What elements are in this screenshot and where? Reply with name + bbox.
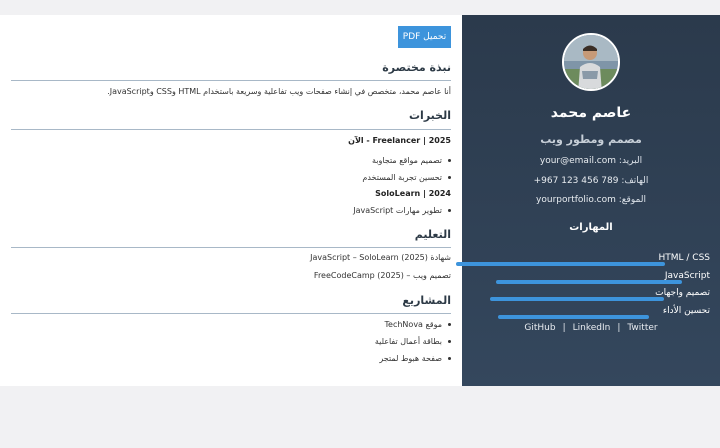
contact-website: الموقع: yourportfolio.com xyxy=(462,196,720,205)
section-title-about: نبذة مختصرة xyxy=(382,61,451,74)
contact-phone-label: الهاتف: xyxy=(621,176,649,186)
contact-website-value[interactable]: yourportfolio.com xyxy=(536,195,616,205)
list-item: تطوير مهارات JavaScript xyxy=(353,206,451,215)
skills-title: المهارات xyxy=(569,222,613,233)
skill-bar xyxy=(496,280,682,284)
contact-website-label: الموقع: xyxy=(618,195,646,205)
social-links: GitHub | LinkedIn | Twitter xyxy=(524,323,658,333)
profile-avatar xyxy=(562,33,620,91)
section-title-education: التعليم xyxy=(414,228,451,241)
skill-bar xyxy=(456,262,665,266)
profile-name: عاصم محمد xyxy=(550,105,632,121)
list-item: تصميم مواقع متجاوبة xyxy=(372,156,451,165)
list-item: صفحة هبوط لمتجر xyxy=(379,354,451,363)
section-title-experience: الخبرات xyxy=(409,109,451,122)
section-divider xyxy=(11,247,451,248)
section-title-projects: المشاريع xyxy=(402,294,451,307)
profile-sidebar: عاصم محمد مصمم ومطور ويب البريد: your@em… xyxy=(456,15,720,386)
section-divider xyxy=(11,129,451,130)
list-item: تحسين تجربة المستخدم xyxy=(362,173,451,182)
skill-ui-design: تصميم واجهات xyxy=(470,288,710,308)
resume-page: عاصم محمد مصمم ومطور ويب البريد: your@em… xyxy=(0,15,720,386)
profile-role: مصمم ومطور ويب xyxy=(540,133,642,146)
avatar-photo-icon xyxy=(564,35,618,89)
contact-email: البريد: your@email.com xyxy=(462,157,720,166)
about-text: أنا عاصم محمد، متخصص في إنشاء صفحات ويب … xyxy=(107,87,451,96)
skill-label: تحسين الأداء xyxy=(662,306,710,316)
job-heading: 2025 | Freelancer - الآن xyxy=(348,136,451,145)
list-item: شهادة JavaScript – SoloLearn (2025) xyxy=(310,253,451,262)
skill-label: HTML / CSS xyxy=(658,253,710,263)
link-github[interactable]: GitHub xyxy=(524,323,555,333)
list-item: بطاقة أعمال تفاعلية xyxy=(375,337,451,346)
skill-bar xyxy=(490,297,664,301)
section-divider xyxy=(11,313,451,314)
link-linkedin[interactable]: LinkedIn xyxy=(573,323,611,333)
contact-email-label: البريد: xyxy=(618,156,643,166)
skill-label: تصميم واجهات xyxy=(655,288,710,298)
contact-phone: الهاتف: +967 123 456 789 xyxy=(462,177,720,186)
download-pdf-button[interactable]: تحميل PDF xyxy=(398,26,451,48)
list-item: موقع TechNova xyxy=(385,320,451,329)
resume-main: تحميل PDF نبذة مختصرة أنا عاصم محمد، متخ… xyxy=(11,15,451,386)
section-divider xyxy=(11,80,451,81)
contact-email-value[interactable]: your@email.com xyxy=(540,156,616,166)
job-heading: 2024 | SoloLearn xyxy=(375,189,451,198)
contact-phone-value[interactable]: +967 123 456 789 xyxy=(534,176,619,186)
skill-bar xyxy=(498,315,649,319)
link-twitter[interactable]: Twitter xyxy=(627,323,657,333)
list-item: تصميم ويب – FreeCodeCamp (2025) xyxy=(313,271,451,280)
skill-html-css: HTML / CSS xyxy=(456,253,710,273)
